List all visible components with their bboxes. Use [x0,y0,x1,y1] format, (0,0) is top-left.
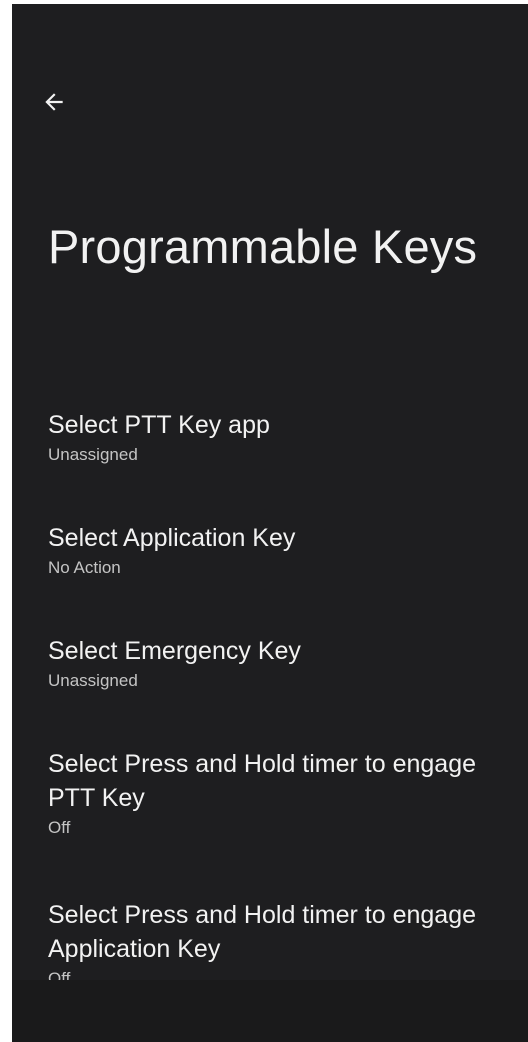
back-button[interactable] [34,82,74,122]
setting-summary: No Action [48,558,121,577]
setting-ptt-key-app[interactable]: Select PTT Key app Unassigned [12,400,528,466]
setting-title: Select PTT Key app [48,411,270,439]
settings-screen: Programmable Keys Select PTT Key app Una… [12,4,528,1042]
setting-summary: Off [48,818,71,837]
setting-title: Select Emergency Key [48,637,301,665]
setting-application-key[interactable]: Select Application Key No Action [12,513,528,579]
arrow-back-icon [45,93,63,111]
navigation-bar [12,980,528,1042]
setting-title: Select Application Key [48,524,296,552]
setting-title: Select Press and Hold timer to engage Ap… [48,901,477,963]
page-title: Programmable Keys [48,220,478,273]
setting-emergency-key[interactable]: Select Emergency Key Unassigned [12,626,528,692]
setting-application-hold-timer[interactable]: Select Press and Hold timer to engage Ap… [12,890,528,990]
setting-title: Select Press and Hold timer to engage PT… [48,750,477,812]
setting-summary: Unassigned [48,671,138,690]
setting-summary: Unassigned [48,445,138,464]
setting-ptt-hold-timer[interactable]: Select Press and Hold timer to engage PT… [12,739,528,839]
